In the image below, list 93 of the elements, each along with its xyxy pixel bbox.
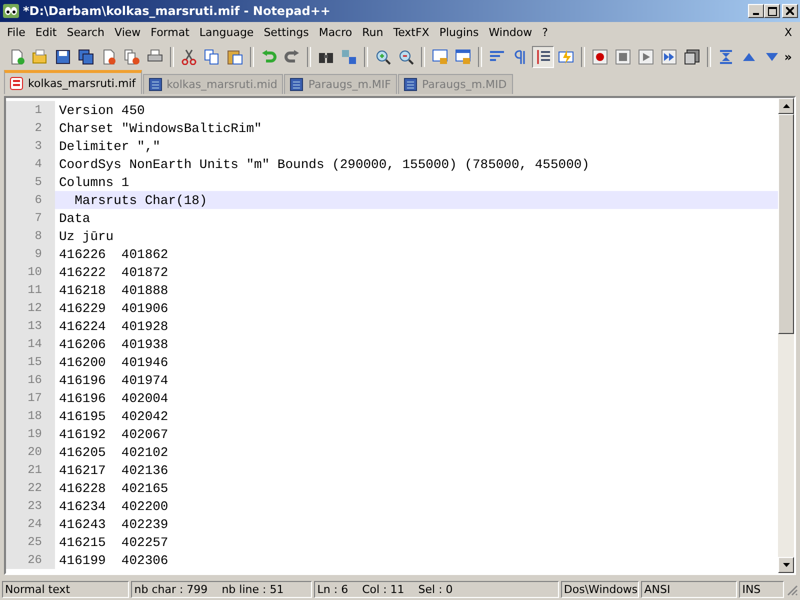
line-number: 14 xyxy=(6,335,55,353)
vertical-scrollbar[interactable] xyxy=(778,98,794,573)
line-number: 5 xyxy=(6,173,55,191)
code-line: Delimiter "," xyxy=(58,138,160,154)
line-number: 9 xyxy=(6,245,55,263)
menu-item[interactable]: View xyxy=(108,26,145,39)
code-line: Version 450 xyxy=(58,102,145,118)
code-line: 416228 402165 xyxy=(58,480,168,496)
code-line: 416196 401974 xyxy=(58,372,168,388)
maximize-button[interactable] xyxy=(764,4,780,18)
line-number: 11 xyxy=(6,281,55,299)
saved-file-icon xyxy=(290,78,304,91)
code-line: Marsruts Char(18) xyxy=(74,192,208,208)
line-number: 10 xyxy=(6,263,55,281)
menu-item[interactable]: Run xyxy=(356,26,388,39)
line-number: 20 xyxy=(6,443,55,461)
status-text: Col : 11 xyxy=(362,583,404,596)
scroll-thumb[interactable] xyxy=(778,114,794,334)
saved-file-icon xyxy=(404,78,417,91)
resize-grip-icon[interactable] xyxy=(786,584,798,596)
status-text: nb line : 51 xyxy=(222,583,284,596)
code-line: 416217 402136 xyxy=(58,462,168,478)
line-number: 18 xyxy=(6,407,55,425)
close-button[interactable] xyxy=(782,4,798,18)
line-number: 26 xyxy=(6,551,55,569)
line-number: 8 xyxy=(6,227,55,245)
code-line: 416196 402004 xyxy=(58,390,168,406)
code-line: Charset "WindowsBalticRim" xyxy=(58,120,262,136)
menu-item[interactable]: Language xyxy=(193,26,258,39)
code-line: 416229 401906 xyxy=(58,300,168,316)
menu-item[interactable]: Search xyxy=(60,26,109,39)
line-number: 4 xyxy=(6,155,55,173)
line-number: 12 xyxy=(6,299,55,317)
code-line: 416243 402239 xyxy=(58,516,168,532)
status-text: Dos\Windows xyxy=(564,583,638,596)
code-line: 416192 402067 xyxy=(58,426,168,442)
unsaved-file-icon xyxy=(10,77,23,90)
status-text: nb char : 799 xyxy=(134,583,208,596)
code-line: Data xyxy=(58,210,90,226)
code-line: 416195 402042 xyxy=(58,408,168,424)
code-line: 416215 402257 xyxy=(58,534,168,550)
status-text: Ln : 6 xyxy=(317,583,348,596)
line-number: 19 xyxy=(6,425,55,443)
line-number: 23 xyxy=(6,497,55,515)
minimize-button[interactable] xyxy=(748,4,764,18)
code-line: 416206 401938 xyxy=(58,336,168,352)
menu-item[interactable]: TextFX xyxy=(387,26,434,39)
line-number: 7 xyxy=(6,209,55,227)
file-tab[interactable]: kolkas_marsruti.mif xyxy=(4,70,142,94)
line-number: 13 xyxy=(6,317,55,335)
line-number: 21 xyxy=(6,461,55,479)
line-number: 24 xyxy=(6,515,55,533)
scroll-up-icon[interactable] xyxy=(778,98,794,114)
code-line: CoordSys NonEarth Units "m" Bounds (290000, 155000) (785000, 455000) xyxy=(58,156,590,172)
menu-item[interactable]: ? xyxy=(536,26,552,39)
code-line: 416200 401946 xyxy=(58,354,168,370)
line-number: 16 xyxy=(6,371,55,389)
line-number: 17 xyxy=(6,389,55,407)
saved-file-icon xyxy=(148,78,162,91)
code-line: 416234 402200 xyxy=(58,498,168,514)
menu-item[interactable]: Edit xyxy=(29,26,61,39)
status-text: ANSI xyxy=(644,583,670,596)
line-number: 25 xyxy=(6,533,55,551)
line-number: 1 xyxy=(6,101,55,119)
line-number: 15 xyxy=(6,353,55,371)
code-line: 416218 401888 xyxy=(58,282,168,298)
menu-item[interactable]: Format xyxy=(144,26,194,39)
code-line: 416226 401862 xyxy=(58,246,168,262)
window-title: *D:\Darbam\kolkas_marsruti.mif - Notepad++ xyxy=(23,4,332,18)
menu-item[interactable]: Macro xyxy=(312,26,356,39)
close-document-button[interactable]: X xyxy=(784,26,792,39)
code-line: 416222 401872 xyxy=(58,264,168,280)
menu-item[interactable]: Settings xyxy=(258,26,313,39)
code-line: Uz jūru xyxy=(58,228,114,244)
scroll-down-icon[interactable] xyxy=(778,557,794,573)
code-line: 416199 402306 xyxy=(58,552,168,568)
status-text: Normal text xyxy=(5,583,70,596)
line-number: 22 xyxy=(6,479,55,497)
menu-item[interactable]: Plugins xyxy=(433,26,483,39)
line-number: 3 xyxy=(6,137,55,155)
code-line: Columns 1 xyxy=(58,174,130,190)
line-number: 2 xyxy=(6,119,55,137)
line-number: 6 xyxy=(6,191,55,209)
menu-item[interactable]: Window xyxy=(482,26,536,39)
status-text: Sel : 0 xyxy=(418,583,453,596)
maximize-icon[interactable] xyxy=(768,6,776,16)
menu-item[interactable]: File xyxy=(1,26,30,39)
code-line: 416205 402102 xyxy=(58,444,168,460)
close-icon[interactable] xyxy=(786,7,794,15)
status-text: INS xyxy=(742,583,761,596)
app-icon xyxy=(3,4,19,18)
code-line: 416224 401928 xyxy=(58,318,168,334)
more-tools-button[interactable]: » xyxy=(784,50,792,64)
